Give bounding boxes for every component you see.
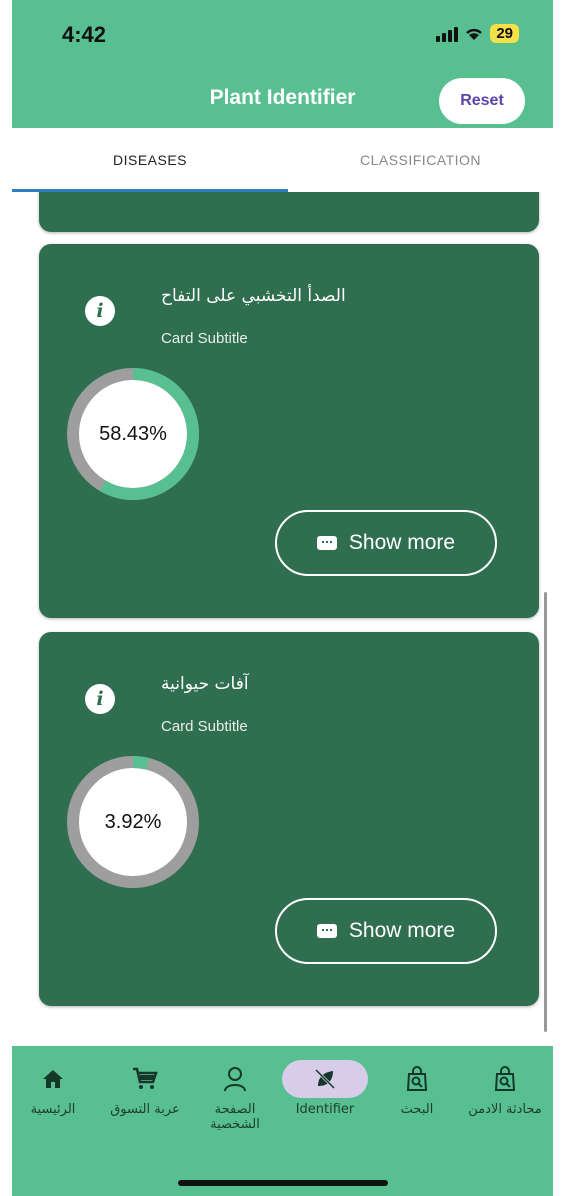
nav-label: الرئيسية [30,1102,76,1117]
label-icon [316,924,337,938]
reset-button[interactable]: Reset [439,78,525,124]
status-icons: 29 [436,24,519,43]
battery-level: 29 [490,24,519,43]
nav-label: Identifier [295,1102,355,1117]
card-subtitle: Card Subtitle [161,718,248,735]
show-more-label: Show more [348,531,456,554]
nav-label: محادثة الادمن [468,1102,542,1117]
confidence-percent: 3.92% [104,810,162,833]
info-icon[interactable]: i [85,296,115,326]
tab-classification[interactable]: CLASSIFICATION [288,128,553,192]
disease-card: i آفات حيوانية Card Subtitle 3.92% Show … [39,632,539,1006]
disease-card: i الصدأ التخشبي على التفاح Card Subtitle… [39,244,539,618]
admin-chat-icon [475,1060,535,1098]
show-more-button[interactable]: Show more [275,898,497,964]
confidence-gauge: 3.92% [65,754,201,890]
leaf-off-icon [282,1060,368,1098]
info-icon[interactable]: i [85,684,115,714]
status-time: 4:42 [62,22,107,47]
scrollbar[interactable] [544,592,547,1032]
nav-item-home[interactable]: الرئيسية [8,1060,98,1117]
person-icon [205,1060,265,1098]
show-more-button[interactable]: Show more [275,510,497,576]
show-more-label: Show more [348,919,456,942]
diseases-list[interactable]: i الصدأ التخشبي على التفاح Card Subtitle… [12,192,553,1046]
search-bag-icon [387,1060,447,1098]
confidence-percent: 58.43% [99,422,167,445]
signal-icon [436,26,459,42]
nav-label: البحث [400,1102,434,1117]
card-subtitle: Card Subtitle [161,330,248,347]
tab-diseases[interactable]: DISEASES [12,128,288,192]
tab-bar: DISEASES CLASSIFICATION [12,128,553,192]
disease-card-partial [39,192,539,232]
nav-label: عربة التسوق [110,1102,180,1117]
nav-item-search[interactable]: البحث [372,1060,462,1117]
nav-item-identifier[interactable]: Identifier [280,1060,370,1117]
cart-icon [115,1060,175,1098]
home-icon [23,1060,83,1098]
label-icon [316,536,337,550]
confidence-gauge: 58.43% [65,366,201,502]
nav-item-profile[interactable]: الصفحة الشخصية [190,1060,280,1132]
app-bar: 4:42 29 Plant Identifier Reset [12,0,553,128]
wifi-icon [466,28,483,40]
home-indicator [178,1180,388,1186]
card-title: آفات حيوانية [161,674,249,694]
nav-label: الصفحة الشخصية [210,1102,260,1132]
bottom-navigation: الرئيسية عربة التسوق الصفحة الشخصية Iden… [12,1046,553,1196]
card-title: الصدأ التخشبي على التفاح [161,286,346,306]
nav-item-cart[interactable]: عربة التسوق [100,1060,190,1117]
nav-item-admin-chat[interactable]: محادثة الادمن [460,1060,550,1117]
